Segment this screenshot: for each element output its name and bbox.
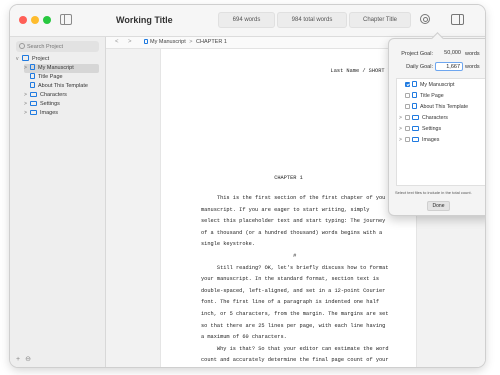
total-word-count-badge[interactable]: 984 total words	[277, 12, 347, 28]
checkbox-icon[interactable]	[405, 92, 410, 98]
target-item-settings[interactable]: > Settings	[399, 125, 441, 134]
folder-icon	[30, 91, 37, 97]
manuscript-line: manuscript. If you are eager to start wr…	[201, 206, 370, 213]
daily-goal-unit: words	[465, 64, 480, 70]
document-icon	[30, 73, 35, 79]
checkbox-icon[interactable]	[405, 81, 410, 87]
sidebar-item-settings[interactable]: > Settings	[24, 100, 60, 109]
folder-icon	[30, 109, 37, 115]
sidebar-item-label: About This Template	[38, 83, 88, 89]
targets-help-text: Select text files to include in the tota…	[395, 190, 472, 195]
manuscript-line: of a thousand (or a hundred thousand) wo…	[201, 229, 383, 236]
manuscript-line: count and accurately determine the final…	[201, 357, 389, 364]
document-icon	[412, 92, 417, 98]
manuscript-line: a maximum of 60 characters.	[201, 334, 287, 341]
target-item-label: My Manuscript	[420, 82, 455, 88]
manuscript-line: single keystroke.	[201, 241, 256, 248]
zoom-window-button[interactable]	[43, 16, 51, 24]
project-targets-popover: Project Goal: 50,000 words Daily Goal: 1…	[388, 38, 485, 216]
daily-goal-field[interactable]: 1,667	[435, 62, 463, 71]
document-icon	[30, 82, 35, 88]
back-icon[interactable]: <	[115, 37, 119, 48]
target-item-label: Title Page	[420, 93, 444, 99]
checkbox-icon[interactable]	[405, 114, 410, 120]
sidebar-item-label: My Manuscript	[38, 65, 74, 71]
search-icon	[19, 43, 25, 49]
done-button[interactable]: Done	[427, 201, 450, 211]
sidebar-item-my-manuscript[interactable]: > My Manuscript	[24, 64, 99, 73]
project-icon	[22, 55, 29, 61]
manuscript-page[interactable]: Last Name / SHORT TITLE / CHAPTER 1 This…	[160, 49, 417, 367]
folder-icon	[412, 136, 419, 142]
target-item-label: Settings	[422, 126, 442, 132]
window-title: Working Title	[116, 15, 173, 25]
target-item-characters[interactable]: > Characters	[399, 114, 448, 123]
manuscript-line: so that there are 25 lines per page, wit…	[201, 322, 386, 329]
manuscript-line: your manuscript. In the standard format,…	[201, 276, 380, 283]
manuscript-icon	[412, 81, 417, 87]
manuscript-line: This is the first section of the first c…	[201, 195, 386, 201]
target-item-about-template[interactable]: About This Template	[405, 103, 468, 112]
target-item-my-manuscript[interactable]: My Manuscript	[405, 81, 454, 90]
document-icon	[412, 103, 417, 109]
sidebar-item-characters[interactable]: > Characters	[24, 91, 67, 100]
sidebar-item-title-page[interactable]: Title Page	[30, 73, 63, 82]
manuscript-line: #	[201, 253, 297, 259]
project-goal-unit: words	[465, 51, 480, 57]
manuscript-line: font. The first line of a paragraph is i…	[201, 299, 380, 306]
folder-icon	[30, 100, 37, 106]
checkbox-icon[interactable]	[405, 103, 410, 109]
chapter-heading: CHAPTER 1	[274, 175, 303, 181]
folder-icon	[412, 114, 419, 120]
target-item-title-page[interactable]: Title Page	[405, 92, 444, 101]
inspector-toggle-icon[interactable]	[451, 14, 464, 25]
sidebar-item-label: Characters	[40, 92, 67, 98]
checkbox-icon[interactable]	[405, 136, 410, 142]
sidebar-search[interactable]	[16, 41, 99, 52]
chapter-title-badge[interactable]: Chapter Title	[349, 12, 411, 28]
manuscript-line: double-spaced, left-aligned, and set in …	[201, 287, 386, 294]
project-goal-label: Project Goal:	[401, 51, 433, 57]
breadcrumb-item[interactable]: CHAPTER 1	[196, 39, 227, 45]
sidebar-item-label: Project	[32, 56, 50, 62]
target-item-images[interactable]: > Images	[399, 136, 439, 145]
sidebar-item-project[interactable]: v Project	[16, 55, 49, 64]
sidebar-footer: + ⊖	[16, 355, 36, 363]
target-item-label: About This Template	[420, 104, 469, 110]
manuscript-line: inch, or 5 characters, from the margin. …	[201, 311, 389, 317]
target-document-list: My Manuscript Title Page About This Temp…	[396, 78, 485, 186]
sidebar-toggle-icon[interactable]	[60, 14, 72, 25]
add-icon[interactable]: +	[16, 356, 20, 363]
manuscript-line: Why is that? So that your editor can est…	[201, 345, 389, 352]
target-item-label: Characters	[422, 115, 448, 121]
sidebar-item-about-template[interactable]: About This Template	[30, 82, 88, 91]
project-sidebar: vProject >My Manuscript Title Page About…	[10, 37, 106, 367]
minimize-window-button[interactable]	[31, 16, 39, 24]
word-count-badge[interactable]: 694 words	[218, 12, 275, 28]
sidebar-item-label: Title Page	[38, 74, 63, 80]
sidebar-item-images[interactable]: > Images	[24, 109, 58, 118]
forward-icon[interactable]: >	[128, 37, 132, 48]
manuscript-line: Still reading? OK, let's briefly discuss…	[201, 264, 389, 271]
target-item-label: Images	[422, 137, 440, 143]
project-goal-field[interactable]: 50,000	[435, 49, 463, 58]
target-icon[interactable]	[420, 14, 430, 24]
close-window-button[interactable]	[19, 16, 27, 24]
breadcrumb-item[interactable]: My Manuscript	[150, 39, 186, 45]
app-window: Working Title 694 words 984 total words …	[10, 5, 485, 367]
folder-icon	[412, 125, 419, 131]
daily-goal-label: Daily Goal:	[406, 64, 433, 70]
options-icon[interactable]: ⊖	[25, 356, 31, 363]
breadcrumb[interactable]: My Manuscript > CHAPTER 1	[144, 37, 227, 48]
manuscript-icon	[30, 64, 35, 70]
checkbox-icon[interactable]	[405, 125, 410, 131]
sidebar-item-label: Settings	[40, 101, 60, 107]
manuscript-line: select this placeholder text and start t…	[201, 218, 386, 225]
title-bar: Working Title 694 words 984 total words …	[10, 5, 485, 37]
search-input[interactable]	[27, 41, 95, 52]
sidebar-item-label: Images	[40, 110, 59, 116]
manuscript-icon	[144, 39, 148, 44]
breadcrumb-separator: >	[189, 39, 193, 45]
